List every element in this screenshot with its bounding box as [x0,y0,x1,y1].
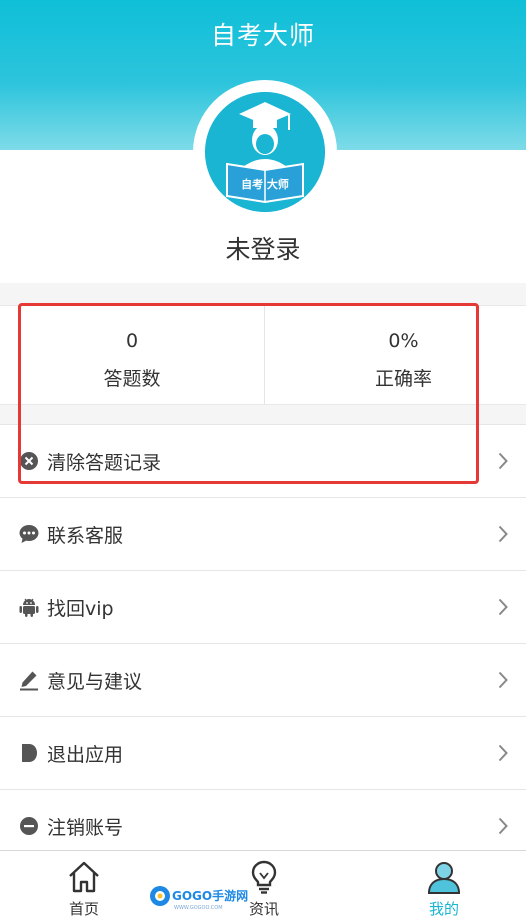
menu-item-feedback[interactable]: 意见与建议 [0,643,526,716]
tab-home-label: 首页 [68,900,99,918]
menu-item-recover-vip[interactable]: 找回vip [0,570,526,643]
android-icon [19,598,39,617]
minus-circle-icon [20,817,38,835]
chevron-right-icon [498,671,508,689]
stat-answered-value: 0 [125,330,139,352]
avatar[interactable]: 自考 大师 [205,92,325,212]
home-icon [69,861,99,893]
chevron-right-icon [498,817,508,835]
menu-item-label: 联系客服 [47,525,124,547]
avatar-badge-text: 自考 大师 [241,177,289,191]
stats-panel: 0 答题数 0% 正确率 [0,305,526,405]
chat-bubble-icon [19,525,39,543]
menu-item-label: 找回vip [47,598,114,620]
tab-home[interactable]: 首页 [24,851,144,920]
stat-accuracy: 0% 正确率 [265,306,526,404]
stat-accuracy-label: 正确率 [374,368,432,390]
menu-item-label: 意见与建议 [47,671,143,693]
watermark-logo: GOGO手游网 WWW.GOGOO.COM [150,886,248,911]
menu-item-label: 注销账号 [47,817,124,839]
watermark-text: GOGO手游网 [172,888,248,903]
chevron-right-icon [498,598,508,616]
chevron-right-icon [498,452,508,470]
tab-mine-label: 我的 [428,900,459,918]
chevron-right-icon [498,744,508,762]
stat-accuracy-value: 0% [388,330,419,352]
menu-item-label: 退出应用 [47,744,124,766]
app-title: 自考大师 [210,21,315,50]
menu-item-contact-support[interactable]: 联系客服 [0,497,526,570]
exit-icon [22,744,37,762]
stat-answered-label: 答题数 [103,368,161,390]
watermark-subtext: WWW.GOGOO.COM [174,905,223,911]
menu-item-clear-records[interactable]: 清除答题记录 [0,424,526,497]
pencil-icon [20,671,38,691]
login-status[interactable]: 未登录 [0,230,526,266]
tab-mine[interactable]: 我的 [384,851,504,920]
stat-answered: 0 答题数 [0,306,265,404]
chevron-right-icon [498,525,508,543]
bottom-tab-bar: 首页 资讯 我的 [0,850,526,920]
menu-item-exit-app[interactable]: 退出应用 [0,716,526,789]
graduate-logo-icon: 自考 大师 [205,92,325,212]
user-icon [427,862,461,894]
clear-circle-icon [20,452,38,470]
menu-list: 清除答题记录 联系客服 找回vip 意见与建议 退出应用 注销账号 [0,424,526,862]
menu-item-label: 清除答题记录 [47,452,162,474]
